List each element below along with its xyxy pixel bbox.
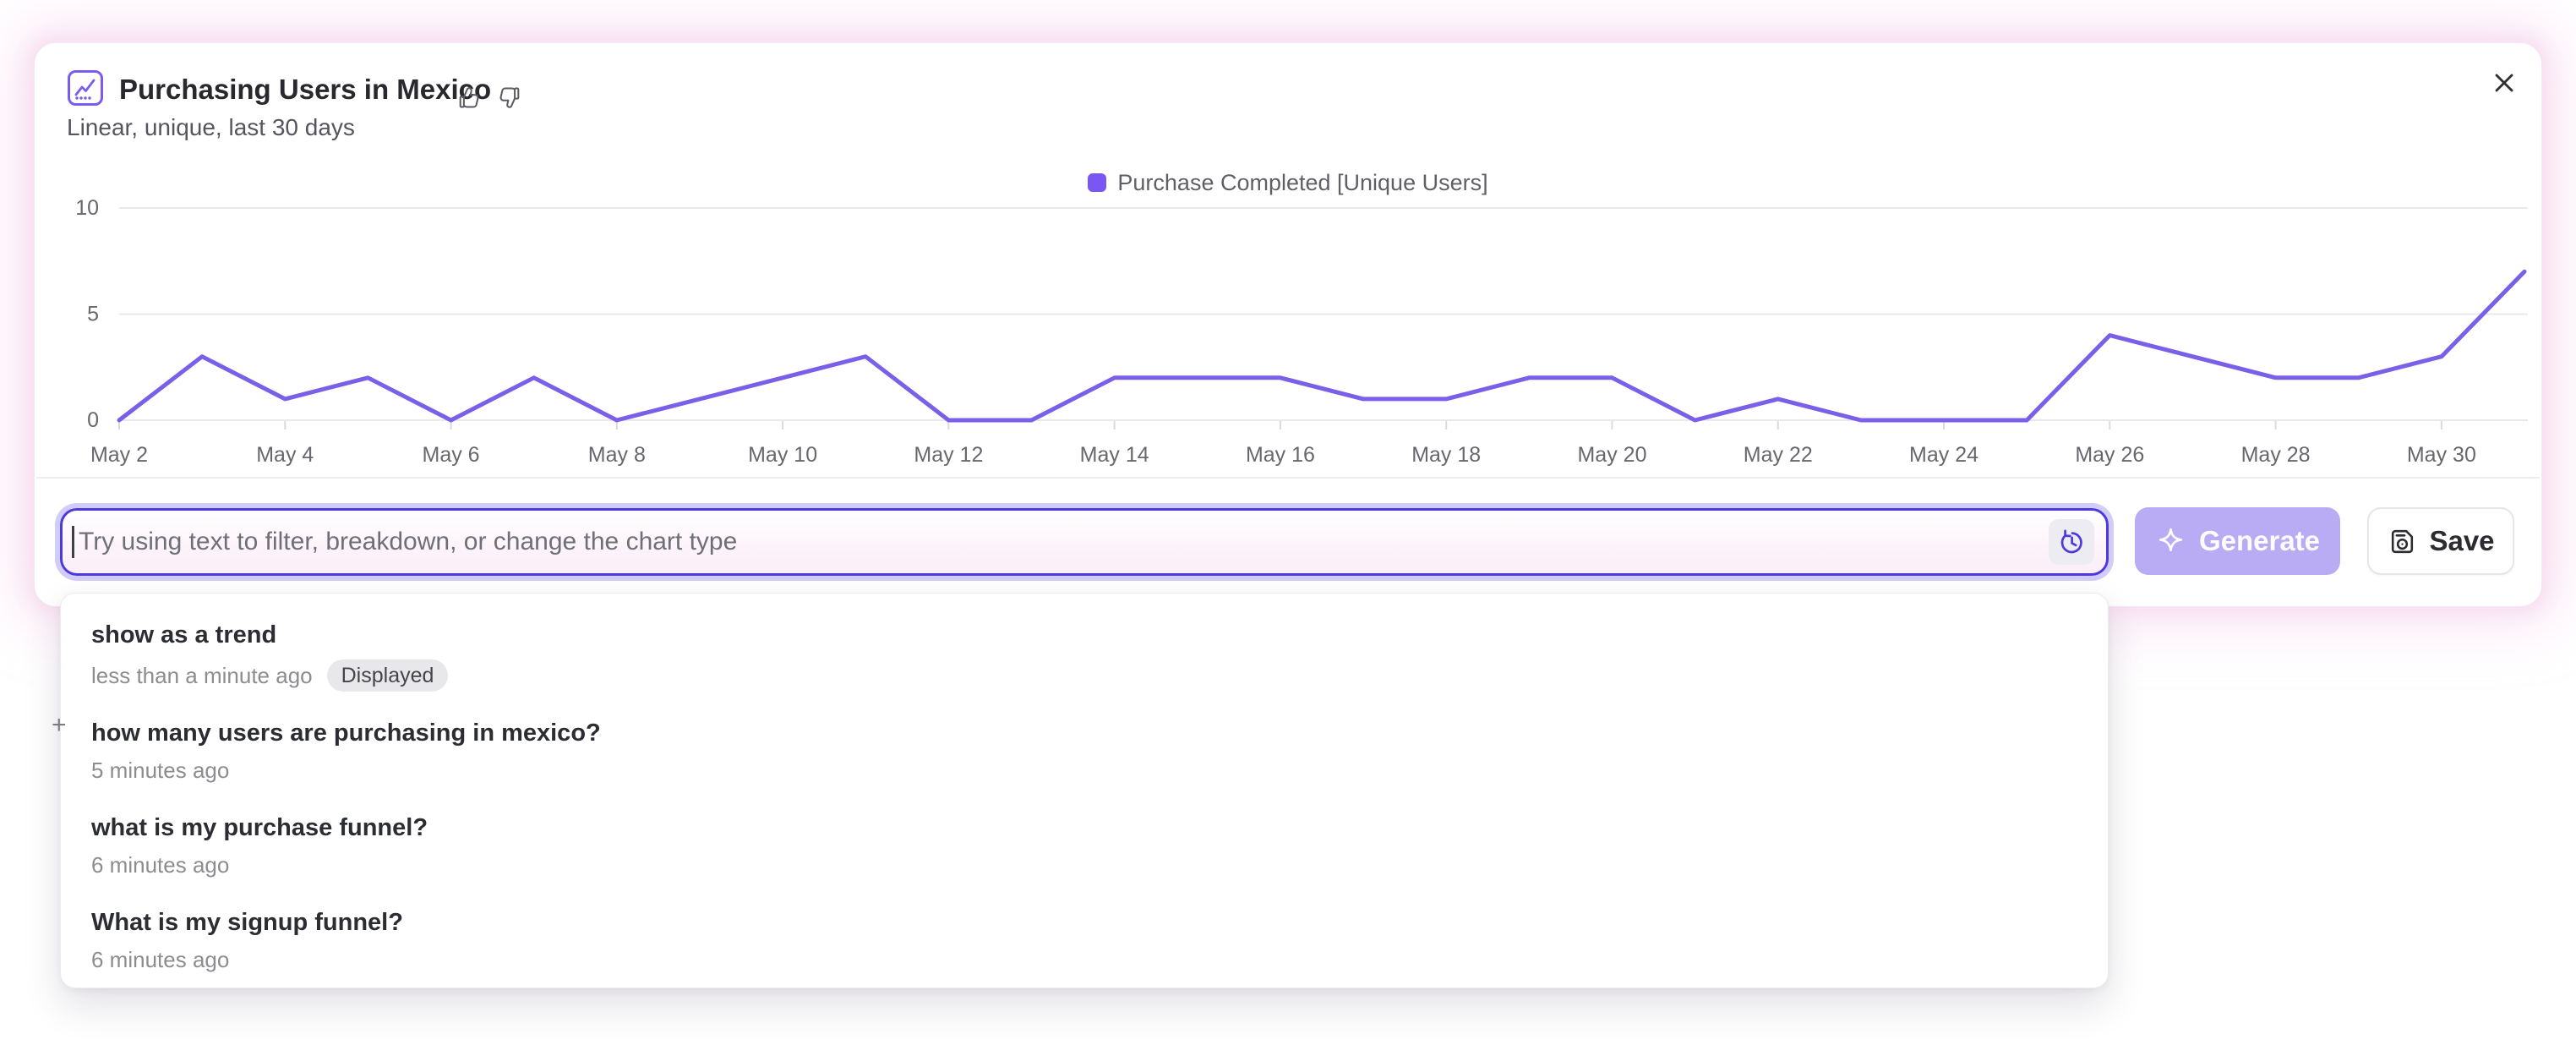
svg-text:May 28: May 28 xyxy=(2241,443,2311,467)
text-caret xyxy=(72,526,74,558)
save-label: Save xyxy=(2429,525,2494,557)
history-query-text: what is my purchase funnel? xyxy=(91,813,2077,842)
history-timestamp: less than a minute ago xyxy=(91,663,313,688)
prompt-placeholder: Try using text to filter, breakdown, or … xyxy=(79,528,2049,556)
svg-text:May 26: May 26 xyxy=(2075,443,2144,467)
history-query-text: What is my signup funnel? xyxy=(91,908,2077,937)
ai-chart-card: Purchasing Users in Mexico Linear, uniqu… xyxy=(34,42,2542,607)
svg-text:May 18: May 18 xyxy=(1411,443,1481,467)
history-timestamp: 6 minutes ago xyxy=(91,947,229,972)
svg-text:May 6: May 6 xyxy=(423,443,480,467)
chart-divider xyxy=(36,477,2540,479)
displayed-badge: Displayed xyxy=(327,659,449,692)
svg-text:May 30: May 30 xyxy=(2407,443,2476,467)
sparkle-icon xyxy=(2155,526,2186,557)
line-chart-plot: 0 5 10 May 2 May 4 May 6 May 8 May 10 May 12 May … xyxy=(35,43,2543,477)
history-icon xyxy=(2056,527,2087,557)
generate-label: Generate xyxy=(2199,525,2320,557)
history-dropdown: show as a trend less than a minute ago D… xyxy=(60,593,2109,988)
svg-text:May 10: May 10 xyxy=(748,443,817,467)
svg-text:May 8: May 8 xyxy=(588,443,646,467)
save-button[interactable]: Save xyxy=(2367,507,2514,575)
history-query-text: how many users are purchasing in mexico? xyxy=(91,719,2077,747)
svg-text:May 14: May 14 xyxy=(1080,443,1149,467)
svg-text:May 2: May 2 xyxy=(90,443,148,467)
svg-text:5: 5 xyxy=(87,303,99,326)
history-list-item[interactable]: how many users are purchasing in mexico?… xyxy=(61,703,2108,798)
svg-text:May 24: May 24 xyxy=(1909,443,1978,467)
svg-text:May 20: May 20 xyxy=(1577,443,1646,467)
svg-text:May 12: May 12 xyxy=(914,443,983,467)
history-list-item[interactable]: What is my signup funnel? 6 minutes ago xyxy=(61,893,2108,988)
svg-text:10: 10 xyxy=(75,196,99,220)
generate-button[interactable]: Generate xyxy=(2135,507,2340,575)
save-icon xyxy=(2387,526,2418,557)
svg-text:May 4: May 4 xyxy=(256,443,314,467)
svg-text:May 22: May 22 xyxy=(1744,443,1813,467)
history-list-item[interactable]: what is my purchase funnel? 6 minutes ag… xyxy=(61,798,2108,893)
history-button[interactable] xyxy=(2049,519,2094,565)
svg-text:0: 0 xyxy=(87,408,99,432)
history-timestamp: 6 minutes ago xyxy=(91,852,229,878)
ai-prompt-input[interactable]: Try using text to filter, breakdown, or … xyxy=(60,508,2109,576)
svg-text:May 16: May 16 xyxy=(1246,443,1315,467)
history-query-text: show as a trend xyxy=(91,621,2077,649)
history-timestamp: 5 minutes ago xyxy=(91,758,229,783)
history-list-item[interactable]: show as a trend less than a minute ago D… xyxy=(61,609,2108,703)
